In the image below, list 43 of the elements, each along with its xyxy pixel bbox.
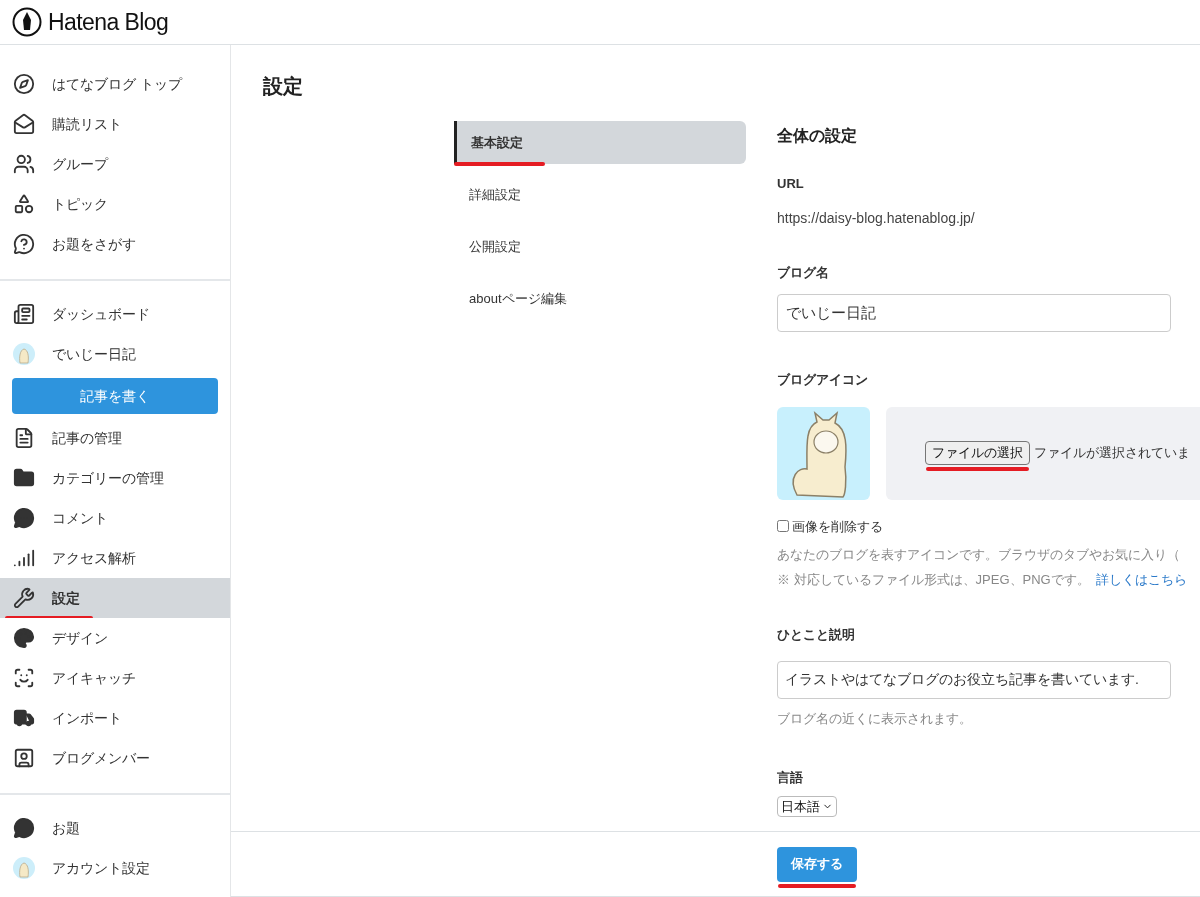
checkbox-label: 画像を削除する xyxy=(792,517,883,536)
blog-name-field[interactable]: でいじー日記 xyxy=(777,294,1171,332)
sidebar-icon xyxy=(13,303,35,325)
settings-tab[interactable]: 基本設定 xyxy=(454,121,746,164)
sidebar-item[interactable]: 設定 xyxy=(0,578,230,618)
avatar-icon xyxy=(13,857,35,879)
sidebar-icon xyxy=(13,667,35,689)
sidebar-icon xyxy=(13,153,35,175)
field-label: ブログ名 xyxy=(777,263,830,282)
delete-image-checkbox[interactable] xyxy=(777,520,789,533)
sidebar-icon xyxy=(13,587,35,609)
url-text: https://daisy-blog.hatenablog.jp/ xyxy=(777,208,976,228)
sidebar-icon xyxy=(13,467,35,489)
section-heading: 全体の設定 xyxy=(777,126,858,146)
settings-tab[interactable]: aboutページ編集 xyxy=(454,277,746,320)
language-select[interactable]: 日本語 xyxy=(777,795,837,817)
sidebar-icon xyxy=(13,627,35,649)
page-title: 設定 xyxy=(263,74,304,99)
field-label: ブログアイコン xyxy=(777,371,869,389)
details-link[interactable]: 詳しくはこちら xyxy=(1095,569,1187,589)
sidebar-icon xyxy=(13,817,35,839)
file-status-text: ファイルが選択されていま xyxy=(1034,444,1190,463)
avatar-icon xyxy=(13,343,35,365)
sidebar-icon xyxy=(13,427,35,449)
settings-tab[interactable]: 公開設定 xyxy=(454,225,746,268)
description-field[interactable]: イラストやはてなブログのお役立ち記事を書いています. xyxy=(777,660,1171,699)
help-text: ※ 対応しているファイル形式は、JPEG、PNGです。 xyxy=(777,570,1090,589)
field-label: ひとこと説明 xyxy=(777,626,856,644)
field-label: 言語 xyxy=(777,769,804,787)
pen-nib-logo-icon xyxy=(12,7,42,37)
field-label: URL xyxy=(777,175,805,193)
sidebar-icon xyxy=(13,113,35,135)
help-text: ブログ名の近くに表示されます。 xyxy=(777,709,973,728)
sidebar-icon xyxy=(13,193,35,215)
sidebar-icon xyxy=(13,747,35,769)
logo-text: Hatena Blog xyxy=(48,7,169,37)
sidebar-icon xyxy=(13,233,35,255)
sidebar-icon xyxy=(13,547,35,569)
settings-tab[interactable]: 詳細設定 xyxy=(454,173,746,216)
sidebar-icon xyxy=(13,707,35,729)
sidebar-icon xyxy=(13,507,35,529)
sidebar-icon xyxy=(13,73,35,95)
help-text: あなたのブログを表すアイコンです。ブラウザのタブやお気に入り（ xyxy=(777,546,1181,564)
